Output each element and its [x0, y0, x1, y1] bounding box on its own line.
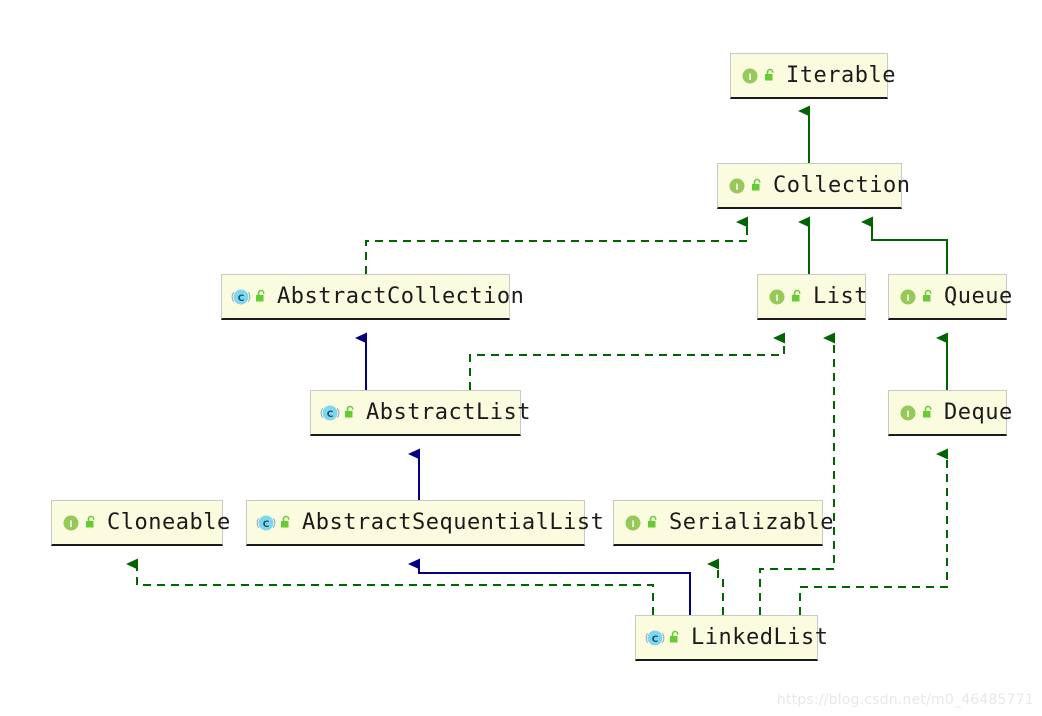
node-glyphs: C: [320, 403, 357, 423]
svg-text:I: I: [69, 520, 72, 530]
class-node-cloneable[interactable]: I Cloneable: [51, 500, 230, 546]
node-glyphs: C: [231, 287, 268, 307]
class-node-label: Iterable: [786, 62, 896, 88]
class-node-queue[interactable]: I Queue: [888, 274, 1012, 320]
class-node-label: Collection: [773, 172, 911, 198]
interface-icon: I: [729, 178, 745, 193]
svg-text:I: I: [906, 294, 909, 304]
class-node-label: AbstractSequentialList: [302, 509, 605, 535]
node-glyphs: I: [767, 287, 804, 307]
class-node-list[interactable]: I List: [757, 274, 868, 320]
svg-text:C: C: [238, 294, 245, 304]
public-unlocked-icon: [752, 178, 761, 190]
edge-linkedlist-list: [759, 332, 835, 615]
svg-text:C: C: [327, 410, 334, 420]
class-node-label: Queue: [944, 283, 1013, 309]
node-glyphs: C: [256, 513, 293, 533]
class-node-linkedlist[interactable]: C LinkedList: [635, 615, 828, 661]
public-unlocked-icon: [281, 515, 290, 527]
class-node-iterable[interactable]: I Iterable: [730, 53, 895, 99]
interface-icon: I: [769, 289, 785, 304]
node-glyphs: C: [645, 628, 682, 648]
public-unlocked-icon: [923, 289, 932, 301]
public-unlocked-icon: [345, 405, 354, 417]
node-glyphs: I: [61, 513, 98, 533]
svg-text:I: I: [735, 183, 738, 193]
class-icon: C: [231, 289, 251, 304]
interface-icon: I: [63, 515, 79, 530]
class-node-label: AbstractList: [366, 399, 531, 425]
node-glyphs: I: [727, 176, 764, 196]
svg-text:I: I: [775, 294, 778, 304]
edge-linkedlist-abstractsequentiallist: [408, 558, 691, 615]
class-icon: C: [320, 405, 340, 420]
svg-text:I: I: [906, 410, 909, 420]
svg-text:I: I: [631, 520, 634, 530]
edge-linkedlist-cloneable: [126, 558, 654, 615]
edge-abstractcollection-collection: [365, 216, 748, 274]
class-icon: C: [256, 515, 276, 530]
class-node-abstractcollection[interactable]: C AbstractCollection: [221, 274, 524, 320]
watermark: https://blog.csdn.net/m0_46485771: [776, 692, 1034, 708]
public-unlocked-icon: [86, 515, 95, 527]
class-node-serializable[interactable]: I Serializable: [613, 500, 833, 546]
public-unlocked-icon: [256, 289, 265, 301]
interface-icon: I: [900, 289, 916, 304]
public-unlocked-icon: [648, 515, 657, 527]
svg-text:C: C: [652, 635, 659, 645]
node-glyphs: I: [898, 287, 935, 307]
class-node-deque[interactable]: I Deque: [888, 390, 1012, 436]
public-unlocked-icon: [670, 630, 679, 642]
edge-abstractlist-list: [469, 332, 785, 390]
edge-layer: [126, 105, 948, 615]
interface-icon: I: [900, 405, 916, 420]
uml-class-diagram: I Iterable I Collection C AbstractCollection I…: [0, 0, 1042, 716]
edge-linkedlist-serializable: [707, 558, 724, 615]
interface-icon: I: [625, 515, 641, 530]
class-node-label: LinkedList: [691, 624, 829, 650]
class-node-label: AbstractCollection: [277, 283, 525, 309]
class-node-collection[interactable]: I Collection: [717, 163, 910, 209]
public-unlocked-icon: [792, 289, 801, 301]
svg-text:C: C: [263, 520, 270, 530]
class-icon: C: [645, 630, 665, 645]
svg-text:I: I: [748, 73, 751, 83]
node-glyphs: I: [898, 403, 935, 423]
class-node-label: List: [813, 283, 868, 309]
interface-icon: I: [742, 68, 758, 83]
class-node-abstractsequentiallist[interactable]: C AbstractSequentialList: [246, 500, 604, 546]
node-glyphs: I: [623, 513, 660, 533]
class-node-label: Cloneable: [107, 509, 231, 535]
node-glyphs: I: [740, 66, 777, 86]
edge-queue-collection: [861, 216, 948, 274]
public-unlocked-icon: [765, 68, 774, 80]
class-node-label: Deque: [944, 399, 1013, 425]
public-unlocked-icon: [923, 405, 932, 417]
class-node-abstractlist[interactable]: C AbstractList: [310, 390, 530, 436]
class-node-label: Serializable: [669, 509, 834, 535]
